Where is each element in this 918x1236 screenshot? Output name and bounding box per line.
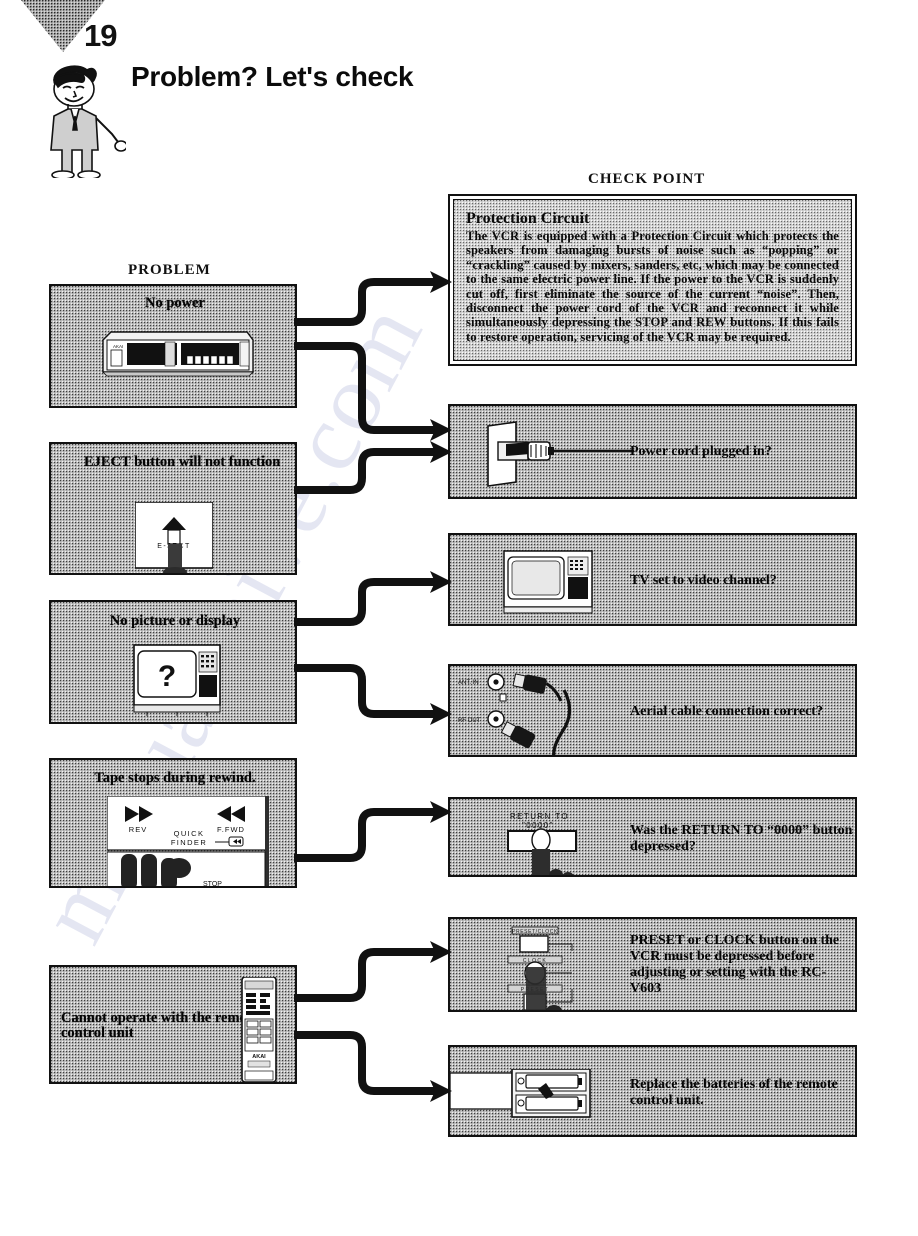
problem-box-no-picture[interactable]: No picture or display ? [49, 600, 297, 724]
checkpoint-box-preset-clock[interactable]: PRESET/CLOCK CLOCK PRESET PRESET or CLOC… [448, 917, 857, 1012]
eject-button-finger-icon: E-JECT [135, 502, 213, 573]
quick-finder-rev-label: REV [129, 825, 147, 834]
checkpoint-box-power-cord[interactable]: Power cord plugged in? [448, 404, 857, 499]
manual-page: manualshive.com 19 Problem? Let's check [0, 0, 918, 1188]
svg-text:QUICK: QUICK [174, 829, 205, 838]
problem-label-remote: Cannot operate with the remote control u… [61, 1010, 259, 1041]
checkpoint-box-return-to-0000[interactable]: RETURN TO "0000" Was the RETURN TO “0000… [448, 797, 857, 877]
checkpoint-column-heading: CHECK POINT [588, 171, 706, 187]
return-label-line1: RETURN TO [510, 812, 569, 821]
checkpoint-text-tv-channel: TV set to video channel? [630, 573, 777, 588]
problem-label-eject: EJECT button will not function [84, 454, 281, 470]
checkpoint-box-protection-circuit[interactable]: Protection Circuit The VCR is equipped w… [448, 194, 857, 366]
wall-socket-plug-icon [476, 420, 636, 492]
return-label-line2: "0000" [522, 821, 554, 830]
problem-label-no-power: No power [144, 295, 205, 311]
problem-box-no-power[interactable]: No power AKAI [49, 284, 297, 408]
checkpoint-box-tv-channel[interactable]: TV set to video channel? [448, 533, 857, 626]
remote-control-unit-icon: AKAI [240, 977, 284, 1082]
protection-circuit-body: The VCR is equipped with a Protection Ci… [466, 229, 839, 344]
tv-question-mark-icon: ? [131, 642, 223, 716]
battery-compartment-icon [450, 1069, 640, 1121]
problem-label-tape-stops: Tape stops during rewind. [94, 770, 256, 786]
mascot-character-illustration [38, 58, 126, 178]
return-to-0000-button-icon: RETURN TO "0000" [500, 807, 620, 875]
television-set-icon [502, 549, 596, 615]
socket-label-rf-out: RF OUT [458, 718, 481, 724]
protection-circuit-title: Protection Circuit [466, 210, 590, 227]
problem-box-tape-stops[interactable]: Tape stops during rewind. REV F.FWD QUIC… [49, 758, 297, 888]
checkpoint-box-aerial-cable[interactable]: ANT. IN RF OUT Aerial cable connection c… [448, 664, 857, 757]
svg-text:STOP: STOP [203, 881, 222, 888]
preset-clock-button-top-label: PRESET/CLOCK [512, 929, 558, 935]
page-title: Problem? Let's check [131, 61, 414, 92]
antenna-sockets-cable-icon: ANT. IN RF OUT [452, 670, 632, 755]
protection-circuit-inner-frame: Protection Circuit The VCR is equipped w… [453, 199, 852, 361]
checkpoint-text-power-cord: Power cord plugged in? [630, 444, 772, 459]
problem-label-no-picture: No picture or display [109, 613, 241, 629]
quick-finder-ffwd-label: F.FWD [217, 825, 245, 834]
page-number: 19 [84, 18, 117, 53]
checkpoint-box-replace-batteries[interactable]: Replace the batteries of the remote cont… [448, 1045, 857, 1137]
checkpoint-text-replace-batteries: Replace the batteries of the remote cont… [630, 1077, 838, 1108]
problem-box-eject[interactable]: EJECT button will not function E-JECT [49, 442, 297, 575]
checkpoint-text-return-to-0000: Was the RETURN TO “0000” button depresse… [630, 823, 853, 854]
vcr-front-panel-icon: AKAI [97, 326, 257, 382]
svg-text:AKAI: AKAI [252, 1054, 266, 1060]
socket-label-ant-in: ANT. IN [458, 680, 479, 686]
svg-text:AKAI: AKAI [113, 344, 123, 349]
svg-text:?: ? [158, 660, 176, 693]
svg-text:FINDER: FINDER [171, 838, 207, 847]
checkpoint-text-preset-clock: PRESET or CLOCK button on the VCR must b… [630, 933, 840, 996]
problem-column-heading: PROBLEM [128, 262, 211, 278]
checkpoint-text-aerial-cable: Aerial cable connection correct? [630, 704, 823, 719]
problem-box-remote[interactable]: Cannot operate with the remote control u… [49, 965, 297, 1084]
preset-clock-buttons-icon: PRESET/CLOCK CLOCK PRESET [498, 923, 638, 1010]
quick-finder-panel-icon: REV F.FWD QUICK FINDER STOP [107, 796, 275, 888]
